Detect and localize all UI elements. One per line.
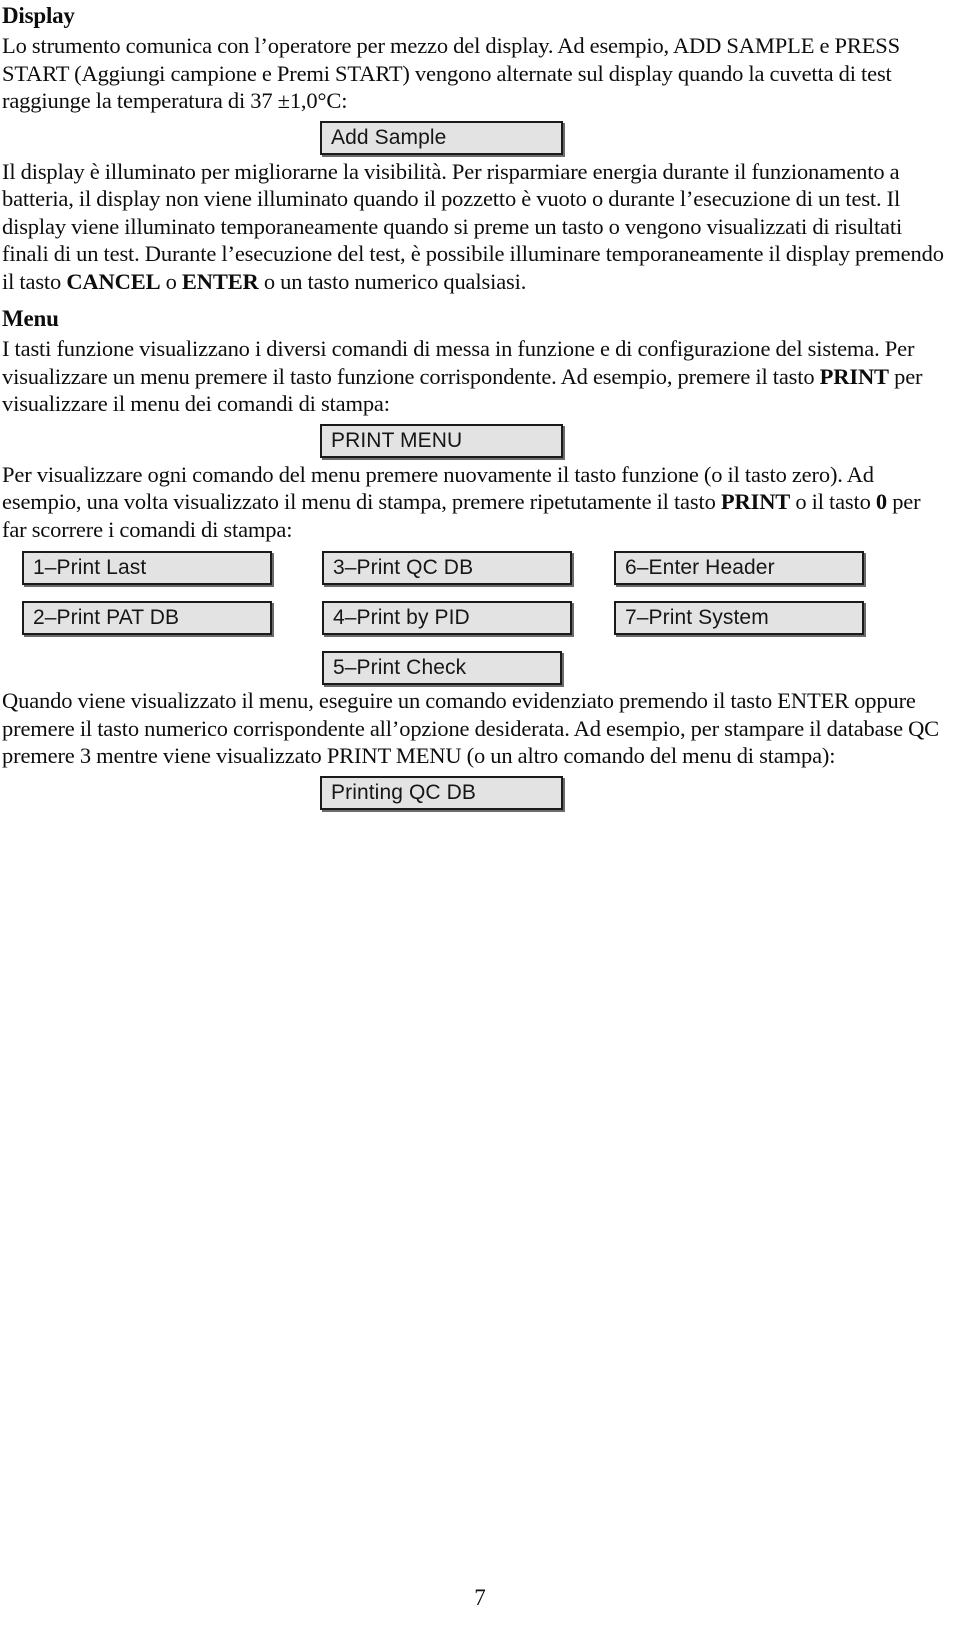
display-intro-text: Lo strumento comunica con l’operatore pe…	[2, 33, 901, 114]
menu-intro-key-print: PRINT	[819, 363, 889, 389]
lcd-display-print-menu: PRINT MENU	[320, 423, 563, 458]
display-body-key-enter: ENTER	[181, 268, 259, 294]
display-intro-temperature: ±1,0°C:	[277, 88, 348, 114]
menu-grid-row-2: 2–Print PAT DB 4–Print by PID 7–Print Sy…	[2, 601, 950, 636]
menu-body-key-zero: 0	[875, 489, 888, 515]
page-number: 7	[474, 1585, 486, 1610]
lcd-display-add-sample: Add Sample	[320, 120, 563, 155]
menu-body-text-2: o il tasto	[790, 489, 876, 515]
lcd-display-printing-qc-db: Printing QC DB	[320, 775, 563, 810]
menu-item-enter-header[interactable]: 6–Enter Header	[614, 551, 864, 586]
menu-item-print-qc-db[interactable]: 3–Print QC DB	[322, 551, 572, 586]
menu-item-print-last[interactable]: 1–Print Last	[22, 551, 272, 586]
menu-grid-row-1: 1–Print Last 3–Print QC DB 6–Enter Heade…	[2, 551, 950, 586]
menu-body-key-print: PRINT	[720, 489, 791, 515]
display-body-paragraph: Il display è illuminato per migliorarne …	[2, 158, 950, 296]
menu-item-label: 2–Print PAT DB	[33, 606, 180, 630]
display-body-text-2: o	[160, 268, 182, 294]
menu-item-print-by-pid[interactable]: 4–Print by PID	[322, 601, 572, 636]
menu-item-label: 7–Print System	[625, 606, 769, 630]
lcd-print-menu-label: PRINT MENU	[331, 428, 463, 452]
menu-item-label: 1–Print Last	[33, 556, 147, 580]
menu-cell-print-check: 5–Print Check	[322, 651, 562, 686]
menu-item-print-check[interactable]: 5–Print Check	[322, 651, 562, 686]
menu-grid-row-3: 5–Print Check	[2, 651, 950, 686]
menu-cell-print-system: 7–Print System	[614, 601, 864, 636]
menu-cell-enter-header: 6–Enter Header	[614, 551, 864, 586]
menu-item-label: 3–Print QC DB	[333, 556, 474, 580]
menu-cell-print-pat-db: 2–Print PAT DB	[22, 601, 272, 636]
menu-closing-paragraph: Quando viene visualizzato il menu, esegu…	[2, 688, 940, 769]
lcd-print-menu-row: PRINT MENU	[2, 423, 950, 458]
menu-item-label: 6–Enter Header	[625, 556, 775, 580]
menu-intro-paragraph: I tasti funzione visualizzano i diversi …	[2, 335, 950, 418]
page-title-display: Display	[2, 3, 75, 28]
lcd-add-sample-label: Add Sample	[331, 125, 447, 149]
display-body-key-cancel: CANCEL	[66, 268, 161, 294]
menu-cell-print-by-pid: 4–Print by PID	[322, 601, 572, 636]
menu-item-label: 4–Print by PID	[333, 606, 470, 630]
menu-item-print-system[interactable]: 7–Print System	[614, 601, 864, 636]
menu-cell-print-qc-db: 3–Print QC DB	[322, 551, 572, 586]
page-title-menu: Menu	[2, 306, 59, 332]
menu-item-print-pat-db[interactable]: 2–Print PAT DB	[22, 601, 272, 636]
lcd-printing-qc-db-row: Printing QC DB	[2, 775, 950, 810]
lcd-printing-qc-db-label: Printing QC DB	[331, 780, 476, 804]
lcd-add-sample-row: Add Sample	[2, 120, 950, 155]
menu-intro-text-1: I tasti funzione visualizzano i diversi …	[2, 336, 915, 389]
menu-cell-print-last: 1–Print Last	[22, 551, 272, 586]
display-body-text-3: o un tasto numerico qualsiasi.	[258, 268, 527, 294]
print-menu-command-grid: 1–Print Last 3–Print QC DB 6–Enter Heade…	[2, 551, 950, 686]
document-page: Display Lo strumento comunica con l’oper…	[0, 0, 960, 1633]
display-intro-paragraph: Lo strumento comunica con l’operatore pe…	[2, 32, 950, 115]
menu-item-label: 5–Print Check	[333, 656, 467, 680]
menu-body-paragraph: Per visualizzare ogni comando del menu p…	[2, 461, 950, 544]
